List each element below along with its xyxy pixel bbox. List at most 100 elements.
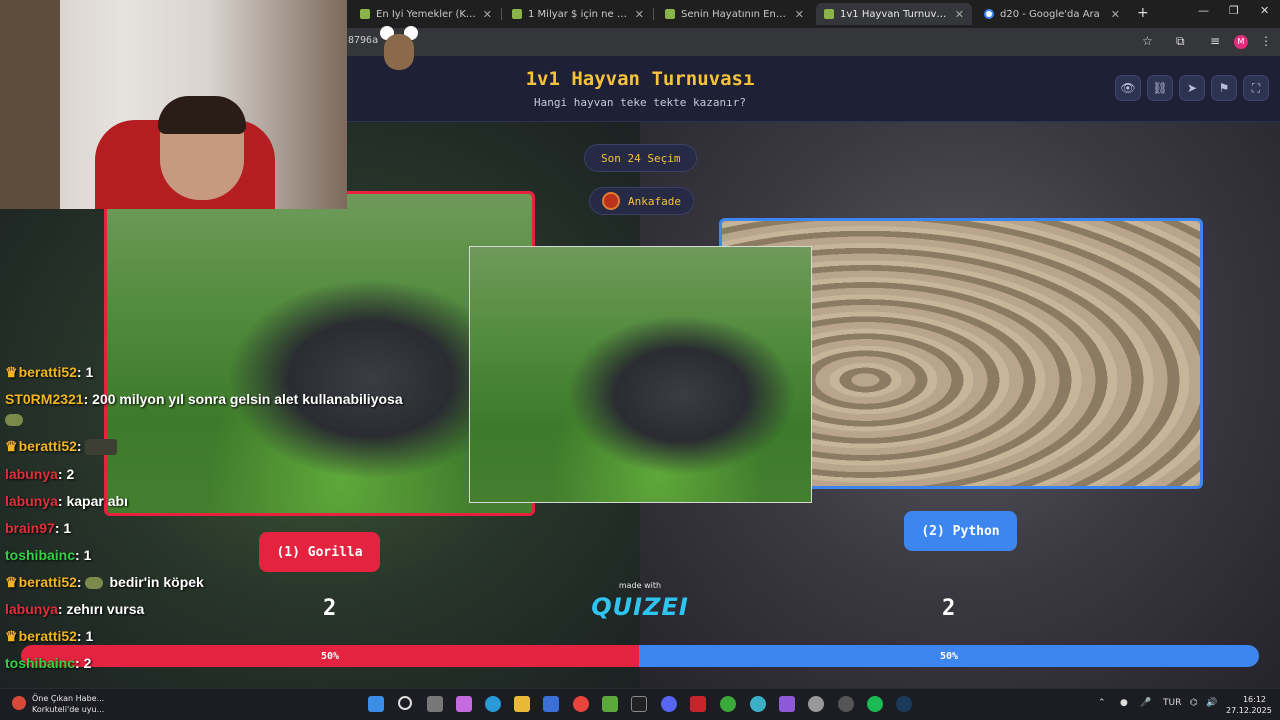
clock[interactable]: 16:12 27.12.2025 <box>1226 694 1272 716</box>
quizei-logo[interactable]: QUIZEI <box>540 593 740 621</box>
file-explorer-icon[interactable] <box>514 696 530 712</box>
view-button[interactable]: 👁 <box>1115 75 1141 101</box>
chat-user: labunya <box>5 493 58 509</box>
chat-text: 2 <box>83 655 92 671</box>
news-widget[interactable]: Öne Çıkan Habe... Korkuteli'de uyu... <box>12 693 104 715</box>
restore-icon[interactable]: ❐ <box>1229 4 1239 17</box>
chat-user: beratti52 <box>18 438 77 454</box>
chat-message: ♛beratti52: <box>5 438 118 456</box>
app-icon[interactable] <box>808 696 824 712</box>
chat-message: ♛beratti52: 1 <box>5 628 94 644</box>
window-close-icon[interactable]: ✕ <box>1260 4 1269 17</box>
store-icon[interactable] <box>543 696 559 712</box>
close-icon[interactable]: ✕ <box>1111 8 1120 21</box>
tray-chevron-icon[interactable]: ⌃ <box>1098 698 1106 708</box>
share-button[interactable]: ➤ <box>1179 75 1205 101</box>
tab-1[interactable]: 1 Milyar $ için ne yaparsın? - Ti... ✕ <box>504 3 652 25</box>
chat-text: 1 <box>85 628 94 644</box>
network-icon[interactable]: ⌬ <box>1190 698 1198 708</box>
emote-icon <box>85 577 104 590</box>
choose-python-button[interactable]: (2) Python <box>904 511 1017 551</box>
left-score: 2 <box>323 596 337 621</box>
link-button[interactable]: ⛓ <box>1147 75 1173 101</box>
chat-emote-line <box>5 411 29 427</box>
chat-user: beratti52 <box>18 574 77 590</box>
capcut-icon[interactable] <box>631 696 647 712</box>
profile-avatar[interactable]: M <box>1234 35 1248 49</box>
chat-message: ♛beratti52: 1 <box>5 364 94 380</box>
tab-divider <box>653 8 654 20</box>
microphone-icon[interactable]: 🎤 <box>1140 698 1151 708</box>
media-app-icon[interactable] <box>690 696 706 712</box>
emote-icon <box>5 414 23 427</box>
left-vote-bar: 50% <box>21 645 639 667</box>
copilot-icon[interactable] <box>456 696 472 712</box>
tab-divider <box>501 8 502 20</box>
close-icon[interactable]: ✕ <box>795 8 804 21</box>
tab-0[interactable]: En İyi Yemekler (Karışık) - Tier Li... ✕ <box>352 3 500 25</box>
crown-icon: ♛ <box>5 364 18 380</box>
tab-title: 1v1 Hayvan Turnuvası - Tier Li... <box>840 8 949 20</box>
choose-gorilla-button[interactable]: (1) Gorilla <box>259 532 380 572</box>
close-icon[interactable]: ✕ <box>955 8 964 21</box>
send-icon: ➤ <box>1186 81 1198 95</box>
obs-icon[interactable] <box>838 696 854 712</box>
menu-kebab-icon[interactable]: ⋮ <box>1260 34 1272 48</box>
clock-time: 16:12 <box>1242 695 1266 704</box>
teams-icon[interactable] <box>779 696 795 712</box>
url-text[interactable]: 8796a <box>348 35 378 46</box>
steam-icon[interactable] <box>896 696 912 712</box>
tab-title: En İyi Yemekler (Karışık) - Tier Li... <box>376 8 477 20</box>
chat-message: labunya: kapar abı <box>5 493 128 509</box>
chat-user: labunya <box>5 466 58 482</box>
chat-text: 1 <box>83 547 92 563</box>
chat-message: brain97: 1 <box>5 520 72 536</box>
tab-4[interactable]: d20 - Google'da Ara ✕ <box>976 3 1128 25</box>
fullscreen-button[interactable]: ⛶ <box>1243 75 1269 101</box>
discord-icon[interactable] <box>661 696 677 712</box>
extensions-icon[interactable]: ⧉ <box>1176 34 1185 49</box>
chat-user: brain97 <box>5 520 55 536</box>
news-icon <box>12 696 26 710</box>
bookmark-star-icon[interactable]: ☆ <box>1142 34 1153 48</box>
chat-user: labunya <box>5 601 58 617</box>
close-icon[interactable]: ✕ <box>483 8 492 21</box>
tab-2[interactable]: Senin Hayatının En Zor Seçimi... ✕ <box>657 3 812 25</box>
search-icon[interactable] <box>398 696 412 710</box>
tab-3-active[interactable]: 1v1 Hayvan Turnuvası - Tier Li... ✕ <box>816 3 972 25</box>
crown-icon: ♛ <box>5 628 18 644</box>
chat-user: toshibainc <box>5 547 76 563</box>
new-tab-button[interactable]: + <box>1137 5 1149 21</box>
chat-message: ♛beratti52: bedir'in köpek <box>5 574 204 590</box>
webcam-overlay <box>0 0 347 209</box>
chat-user: toshibainc <box>5 655 76 671</box>
creator-avatar <box>602 192 620 210</box>
gorilla-preview-overlay <box>469 246 812 503</box>
minecraft-icon[interactable] <box>602 696 618 712</box>
volume-icon[interactable]: 🔊 <box>1206 698 1217 708</box>
fullscreen-icon: ⛶ <box>1251 80 1261 95</box>
tab-title: 1 Milyar $ için ne yaparsın? - Ti... <box>528 8 629 20</box>
edge-icon[interactable] <box>485 696 501 712</box>
browser-app-icon[interactable] <box>750 696 766 712</box>
chrome-icon[interactable] <box>573 696 589 712</box>
chat-text: 200 milyon yıl sonra gelsin alet kullana… <box>92 391 403 407</box>
task-view-icon[interactable] <box>427 696 443 712</box>
xbox-icon[interactable] <box>720 696 736 712</box>
chat-text: 1 <box>63 520 72 536</box>
windows-start-icon[interactable] <box>368 696 384 712</box>
language-indicator[interactable]: TUR <box>1163 698 1181 708</box>
recent-choices-button[interactable]: Son 24 Seçim <box>584 144 698 172</box>
report-button[interactable]: ⚑ <box>1211 75 1237 101</box>
chat-message: ST0RM2321: 200 milyon yıl sonra gelsin a… <box>5 391 403 407</box>
spotify-icon[interactable] <box>867 696 883 712</box>
chat-message: labunya: zehırı vursa <box>5 601 145 617</box>
news-title: Öne Çıkan Habe... <box>32 694 105 703</box>
tab-favicon-icon <box>665 9 675 19</box>
reading-list-icon[interactable]: ≡ <box>1210 34 1220 48</box>
chat-text: 2 <box>66 466 75 482</box>
minimize-icon[interactable]: — <box>1198 4 1209 17</box>
tray-app-icon[interactable]: ● <box>1120 698 1128 708</box>
close-icon[interactable]: ✕ <box>635 8 644 21</box>
creator-pill[interactable]: Ankafade <box>589 187 694 215</box>
